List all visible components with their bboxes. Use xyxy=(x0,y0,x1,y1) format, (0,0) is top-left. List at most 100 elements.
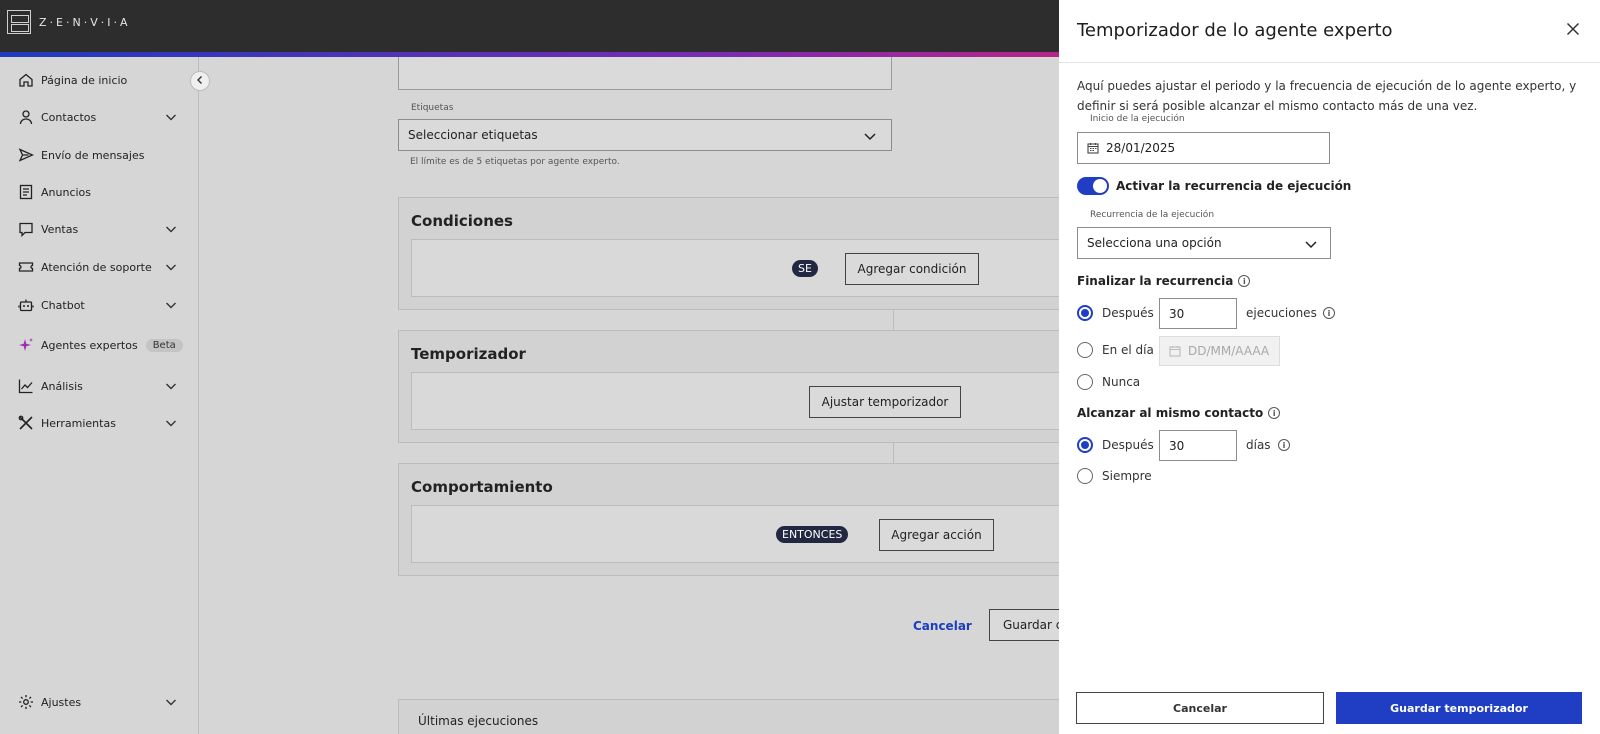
executions-count-input[interactable]: 30 xyxy=(1159,298,1237,329)
conditions-title: Condiciones xyxy=(411,212,513,230)
beta-badge: Beta xyxy=(145,338,183,352)
drawer-cancel-button[interactable]: Cancelar xyxy=(1076,692,1324,724)
sidebar-item-analytics[interactable]: Análisis xyxy=(0,371,199,401)
tags-label: Etiquetas xyxy=(411,103,454,113)
end-on-day-radio[interactable] xyxy=(1077,342,1093,358)
recurrence-select-value: Selecciona una opción xyxy=(1087,236,1222,250)
gear-icon xyxy=(18,694,34,710)
calendar-icon xyxy=(1087,142,1099,154)
last-runs-title: Últimas ejecuciones xyxy=(418,714,539,728)
calendar-icon xyxy=(1169,345,1181,357)
chevron-down-icon xyxy=(165,223,177,238)
flow-connector xyxy=(893,310,894,330)
info-icon[interactable]: i xyxy=(1323,307,1335,319)
document-icon xyxy=(18,184,34,200)
sidebar-item-ads[interactable]: Anuncios xyxy=(0,177,199,207)
info-icon[interactable]: i xyxy=(1238,275,1251,287)
end-date-placeholder: DD/MM/AAAA xyxy=(1188,344,1270,358)
sparkle-icon xyxy=(18,337,34,353)
timer-drawer: Temporizador de lo agente experto Aquí p… xyxy=(1059,0,1600,734)
behavior-title: Comportamiento xyxy=(411,478,553,496)
description-textarea[interactable] xyxy=(398,57,892,90)
reach-after-label: Después xyxy=(1102,438,1154,452)
sidebar-item-sales[interactable]: Ventas xyxy=(0,214,199,244)
behavior-body: ENTONCES Agregar acción xyxy=(411,505,1079,563)
main-content: Etiquetas Seleccionar etiquetas El límit… xyxy=(200,57,1079,734)
timer-body: Ajustar temporizador xyxy=(411,372,1079,430)
days-count-input[interactable]: 30 xyxy=(1159,430,1237,461)
sidebar-item-label: Página de inicio xyxy=(41,73,128,87)
user-icon xyxy=(18,109,34,125)
end-after-radio[interactable] xyxy=(1077,305,1093,321)
reach-always-label: Siempre xyxy=(1102,469,1152,483)
info-icon[interactable]: i xyxy=(1268,407,1281,419)
conditions-card: Condiciones SE Agregar condición xyxy=(398,197,1079,310)
sidebar-item-settings[interactable]: Ajustes xyxy=(0,687,199,717)
tags-hint: El límite es de 5 etiquetas por agente e… xyxy=(410,157,620,167)
add-action-button[interactable]: Agregar acción xyxy=(879,519,994,551)
chevron-down-icon xyxy=(165,299,177,314)
sidebar-collapse-button[interactable] xyxy=(190,71,210,91)
flow-connector xyxy=(893,443,894,463)
recurrence-select[interactable]: Selecciona una opción xyxy=(1077,227,1331,259)
sidebar-item-home[interactable]: Página de inicio xyxy=(0,65,199,95)
sidebar-item-chatbot[interactable]: Chatbot xyxy=(0,290,199,320)
chevron-down-icon xyxy=(863,129,877,146)
reach-after-radio[interactable] xyxy=(1077,437,1093,453)
reach-always-radio[interactable] xyxy=(1077,468,1093,484)
executions-count-value: 30 xyxy=(1169,306,1185,321)
sidebar-item-label: Ajustes xyxy=(41,695,82,709)
adjust-timer-button[interactable]: Ajustar temporizador xyxy=(809,386,961,418)
days-count-value: 30 xyxy=(1169,438,1185,453)
sidebar-item-label: Análisis xyxy=(41,379,83,393)
sidebar-item-label: Envío de mensajes xyxy=(41,148,145,162)
brand-logo[interactable]: Z·E·N·V·I·A xyxy=(7,10,131,34)
sidebar-item-label: Ventas xyxy=(41,222,79,236)
then-pill: ENTONCES xyxy=(776,526,849,543)
save-timer-button[interactable]: Guardar temporizador xyxy=(1336,692,1582,724)
close-button[interactable] xyxy=(1563,20,1583,40)
end-after-label: Después xyxy=(1102,306,1154,320)
tags-select[interactable]: Seleccionar etiquetas xyxy=(398,119,892,151)
reach-contact-label: Alcanzar al mismo contacto xyxy=(1077,406,1264,420)
sidebar-item-tools[interactable]: Herramientas xyxy=(0,408,199,438)
tools-icon xyxy=(18,415,34,431)
chevron-down-icon xyxy=(1304,237,1318,254)
sidebar-item-label: Agentes expertos xyxy=(41,338,138,352)
sidebar: Página de inicio Contactos Envío de mens… xyxy=(0,57,199,734)
info-icon[interactable]: i xyxy=(1278,439,1290,451)
recurrence-label: Recurrencia de la ejecución xyxy=(1090,210,1215,220)
tags-select-value: Seleccionar etiquetas xyxy=(408,128,538,142)
end-never-radio[interactable] xyxy=(1077,374,1093,390)
behavior-card: Comportamiento ENTONCES Agregar acción xyxy=(398,463,1079,576)
start-date-field[interactable]: 28/01/2025 xyxy=(1077,132,1330,164)
cancel-link[interactable]: Cancelar xyxy=(913,619,972,633)
end-recurrence-heading: Finalizar la recurrencia i xyxy=(1077,274,1251,288)
start-date-value: 28/01/2025 xyxy=(1106,141,1176,155)
send-icon xyxy=(18,147,34,163)
conditions-body: SE Agregar condición xyxy=(411,239,1079,297)
robot-icon xyxy=(18,297,34,313)
chevron-down-icon xyxy=(165,261,177,276)
zenvia-logo-icon xyxy=(7,10,31,34)
home-icon xyxy=(18,72,34,88)
recurrence-toggle-label: Activar la recurrencia de ejecución xyxy=(1116,179,1352,193)
sidebar-item-label: Atención de soporte xyxy=(41,260,152,274)
chevron-down-icon xyxy=(165,111,177,126)
drawer-description: Aquí puedes ajustar el periodo y la frec… xyxy=(1077,79,1577,113)
sidebar-item-label: Anuncios xyxy=(41,185,92,199)
chart-icon xyxy=(18,378,34,394)
executions-unit: ejecuciones xyxy=(1246,306,1317,320)
days-unit: días xyxy=(1246,438,1271,452)
sidebar-item-support[interactable]: Atención de soporte xyxy=(0,252,199,282)
add-condition-button[interactable]: Agregar condición xyxy=(845,253,979,285)
drawer-title: Temporizador de lo agente experto xyxy=(1077,20,1393,41)
sidebar-item-expert-agents[interactable]: Agentes expertos Beta xyxy=(0,330,199,360)
sidebar-item-label: Contactos xyxy=(41,110,97,124)
end-date-field[interactable]: DD/MM/AAAA xyxy=(1159,336,1280,366)
last-runs-card: Últimas ejecuciones xyxy=(398,699,1078,734)
recurrence-toggle[interactable] xyxy=(1077,177,1109,195)
sidebar-item-contacts[interactable]: Contactos xyxy=(0,102,199,132)
sidebar-item-messages[interactable]: Envío de mensajes xyxy=(0,140,199,170)
sidebar-item-label: Chatbot xyxy=(41,298,85,312)
